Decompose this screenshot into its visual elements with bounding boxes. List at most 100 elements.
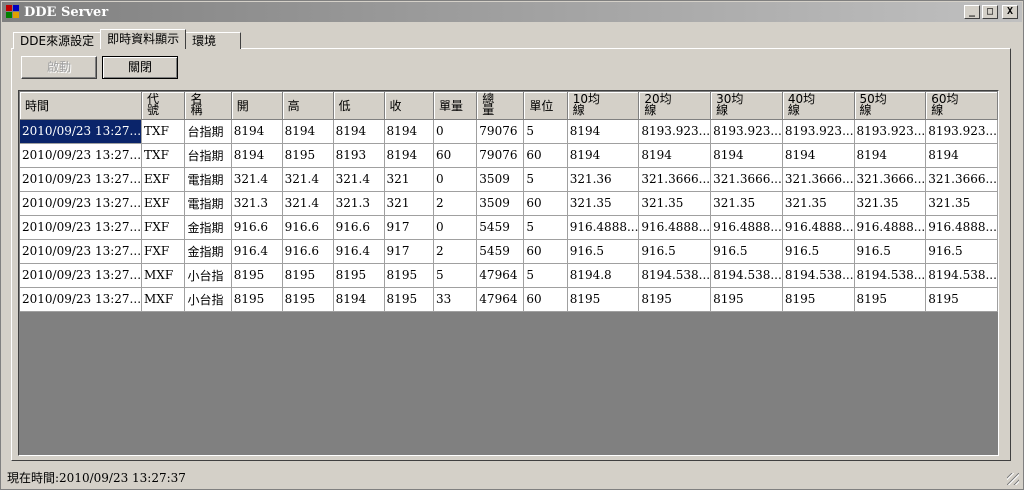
- table-cell[interactable]: 8194: [384, 119, 434, 144]
- table-row[interactable]: 2010/09/23 13:27... EXF 電指期 321.4 321.4 321.4…: [20, 167, 998, 192]
- table-cell[interactable]: 8194: [925, 143, 998, 168]
- table-row[interactable]: 2010/09/23 13:27... EXF 電指期 321.3 321.4 321.3…: [20, 191, 998, 216]
- table-cell[interactable]: 916.5: [638, 239, 712, 264]
- table-cell[interactable]: 8194.538...: [854, 263, 927, 288]
- table-cell[interactable]: 8194.538...: [925, 263, 998, 288]
- table-cell[interactable]: 8193.923...: [854, 119, 927, 144]
- table-cell[interactable]: 8193.923...: [710, 119, 783, 144]
- table-cell[interactable]: 321.3: [231, 191, 283, 216]
- table-cell[interactable]: TXF: [141, 119, 186, 144]
- table-cell[interactable]: 321.35: [925, 191, 998, 216]
- table-cell[interactable]: 321.3666...: [710, 167, 783, 192]
- minimize-button[interactable]: _: [964, 5, 980, 19]
- table-cell[interactable]: 8194: [333, 119, 385, 144]
- table-row[interactable]: 2010/09/23 13:27... FXF 金指期 916.4 916.6 916.4…: [20, 239, 998, 264]
- table-cell[interactable]: 8194: [333, 287, 385, 312]
- column-header[interactable]: 高: [282, 92, 334, 120]
- table-cell[interactable]: 8195: [710, 287, 783, 312]
- start-button[interactable]: 啟動: [21, 56, 97, 79]
- table-cell[interactable]: 8193.923...: [782, 119, 855, 144]
- title-bar[interactable]: DDE Server _ □ X: [2, 2, 1022, 22]
- table-cell[interactable]: 916.6: [282, 215, 334, 240]
- table-cell[interactable]: 5: [523, 215, 568, 240]
- table-cell[interactable]: 8195: [231, 263, 283, 288]
- table-cell[interactable]: 8194: [567, 119, 640, 144]
- table-row[interactable]: 2010/09/23 13:27... FXF 金指期 916.6 916.6 916.6…: [20, 215, 998, 240]
- table-cell[interactable]: 321.3666...: [854, 167, 927, 192]
- table-cell[interactable]: 8194: [384, 143, 434, 168]
- table-cell[interactable]: 47964: [476, 263, 525, 288]
- table-cell[interactable]: 33: [433, 287, 478, 312]
- table-cell[interactable]: 5: [433, 263, 478, 288]
- table-cell[interactable]: 8194: [854, 143, 927, 168]
- table-cell[interactable]: 8195: [231, 287, 283, 312]
- table-cell[interactable]: 3509: [476, 191, 525, 216]
- table-cell[interactable]: 916.5: [710, 239, 783, 264]
- table-cell[interactable]: 916.4: [231, 239, 283, 264]
- table-cell[interactable]: 8193: [333, 143, 385, 168]
- table-cell[interactable]: 8195: [925, 287, 998, 312]
- table-cell[interactable]: 916.6: [282, 239, 334, 264]
- table-cell[interactable]: 2010/09/23 13:27...: [20, 215, 143, 240]
- table-cell[interactable]: 8195: [282, 287, 334, 312]
- table-cell[interactable]: 916.6: [333, 215, 385, 240]
- column-header[interactable]: 60均線: [925, 92, 998, 120]
- data-grid[interactable]: 時間 代號名稱開 高 低 收 單量總量單位 10均線 20均線 30均線 40均線 50均線 60均線…: [18, 90, 999, 456]
- table-cell[interactable]: 8194.538...: [710, 263, 783, 288]
- table-cell[interactable]: 916.6: [231, 215, 283, 240]
- table-cell[interactable]: 916.4888...: [710, 215, 783, 240]
- table-cell[interactable]: MXF: [141, 287, 186, 312]
- column-header[interactable]: 40均線: [782, 92, 855, 120]
- table-cell[interactable]: 小台指: [184, 287, 232, 312]
- table-cell[interactable]: 321.35: [710, 191, 783, 216]
- tab-realtime-data[interactable]: 即時資料顯示: [100, 29, 187, 49]
- table-cell[interactable]: 916.5: [782, 239, 855, 264]
- table-cell[interactable]: 321.3666...: [782, 167, 855, 192]
- table-cell[interactable]: 916.4888...: [567, 215, 640, 240]
- column-header[interactable]: 低: [333, 92, 385, 120]
- table-cell[interactable]: 電指期: [184, 191, 232, 216]
- column-header[interactable]: 30均線: [710, 92, 783, 120]
- column-header[interactable]: 20均線: [638, 92, 712, 120]
- table-cell[interactable]: 2010/09/23 13:27...: [20, 167, 143, 192]
- table-cell[interactable]: 917: [384, 239, 434, 264]
- table-cell[interactable]: TXF: [141, 143, 186, 168]
- table-cell[interactable]: 5: [523, 119, 568, 144]
- table-cell[interactable]: 8194: [710, 143, 783, 168]
- table-cell[interactable]: 917: [384, 215, 434, 240]
- table-cell[interactable]: EXF: [141, 167, 186, 192]
- table-cell[interactable]: 60: [523, 143, 568, 168]
- table-cell[interactable]: 0: [433, 215, 478, 240]
- close-button[interactable]: 關閉: [102, 56, 178, 79]
- table-cell[interactable]: 916.4888...: [782, 215, 855, 240]
- table-cell[interactable]: 916.4888...: [854, 215, 927, 240]
- table-cell[interactable]: 8194: [782, 143, 855, 168]
- table-cell[interactable]: 321.4: [231, 167, 283, 192]
- maximize-button[interactable]: □: [982, 5, 998, 19]
- table-cell[interactable]: 8195: [333, 263, 385, 288]
- table-cell[interactable]: 60: [523, 287, 568, 312]
- table-row[interactable]: 2010/09/23 13:27... TXF 台指期 8194 8194 8194 819…: [20, 119, 998, 144]
- table-cell[interactable]: 2010/09/23 13:27...: [20, 287, 143, 312]
- table-cell[interactable]: 金指期: [184, 215, 232, 240]
- table-cell[interactable]: 321.35: [638, 191, 712, 216]
- table-cell[interactable]: 0: [433, 119, 478, 144]
- column-header[interactable]: 單量: [433, 92, 478, 120]
- table-cell[interactable]: 60: [433, 143, 478, 168]
- table-cell[interactable]: 小台指: [184, 263, 232, 288]
- table-cell[interactable]: 321.36: [567, 167, 640, 192]
- column-header[interactable]: 名稱: [184, 92, 232, 120]
- table-row[interactable]: 2010/09/23 13:27... TXF 台指期 8194 8195 8193 819…: [20, 143, 998, 168]
- column-header[interactable]: 代號: [141, 92, 186, 120]
- table-cell[interactable]: 5459: [476, 215, 525, 240]
- table-row[interactable]: 2010/09/23 13:27... MXF 小台指 8195 8195 8194 819…: [20, 287, 998, 312]
- table-cell[interactable]: 2010/09/23 13:27...: [20, 143, 143, 168]
- tab-dde-source[interactable]: DDE來源設定: [13, 32, 102, 49]
- table-cell[interactable]: 金指期: [184, 239, 232, 264]
- table-cell[interactable]: 8195: [782, 287, 855, 312]
- table-cell[interactable]: 8194.538...: [638, 263, 712, 288]
- table-cell[interactable]: 2010/09/23 13:27...: [20, 191, 143, 216]
- table-cell[interactable]: 2010/09/23 13:27...: [20, 263, 143, 288]
- table-cell[interactable]: 2: [433, 239, 478, 264]
- table-cell[interactable]: 8194.538...: [782, 263, 855, 288]
